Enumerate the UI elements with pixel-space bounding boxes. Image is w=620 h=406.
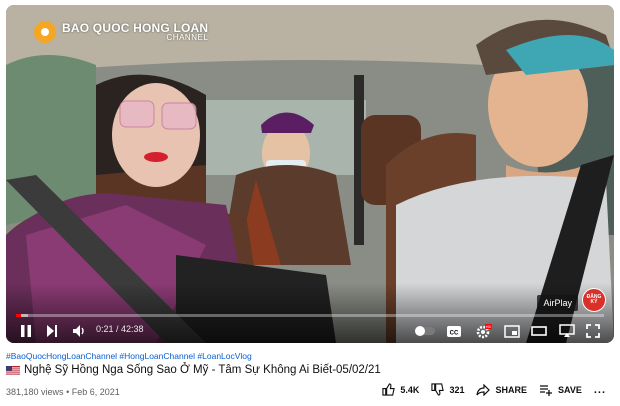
more-actions-button[interactable]: ... [594,384,606,396]
pause-icon [21,325,31,337]
dislike-button[interactable]: 321 [431,383,464,396]
time-display: 0:21 / 42:38 [96,324,144,334]
video-meta: 381,180 views • Feb 6, 2021 [6,387,120,397]
fullscreen-button[interactable] [586,323,600,339]
next-button[interactable] [46,323,58,339]
autoplay-toggle-icon [415,326,435,336]
channel-watermark-subtitle: CHANNEL [166,33,209,43]
video-actions: 5.4K 321 SHARE SAVE ... [382,383,606,396]
miniplayer-button[interactable] [504,323,520,339]
hd-badge: HD [486,324,492,329]
pause-button[interactable] [20,323,32,339]
mute-button[interactable] [72,323,86,339]
video-title: Nghệ Sỹ Hồng Nga Sống Sao Ở Mỹ - Tâm Sự … [24,364,381,376]
progress-played [16,314,21,317]
like-button[interactable]: 5.4K [382,383,419,396]
theater-icon [531,326,547,336]
theater-mode-button[interactable] [531,323,547,339]
add-to-playlist-icon [539,384,552,396]
next-icon [47,325,57,337]
view-count: 381,180 views [6,387,64,397]
hashtag-links[interactable]: #BaoQuocHongLoanChannel #HongLoanChannel… [6,351,252,361]
cast-icon [559,324,575,337]
share-icon [476,383,491,396]
cast-button[interactable] [559,323,575,339]
svg-text:CC: CC [450,330,459,336]
settings-icon: HD [476,324,492,339]
channel-watermark: BAO QUOC HONG LOAN CHANNEL [34,21,208,43]
airplay-tooltip: AirPlay [537,295,578,311]
video-player[interactable]: BAO QUOC HONG LOAN CHANNEL AirPlay ĐĂNG … [6,5,614,343]
like-count: 5.4K [400,384,420,395]
fullscreen-icon [586,324,600,338]
upload-date: Feb 6, 2021 [71,387,120,397]
autoplay-toggle[interactable] [414,323,436,339]
video-title-row: Nghệ Sỹ Hồng Nga Sống Sao Ở Mỹ - Tâm Sự … [6,364,381,376]
controls-gradient [6,283,614,343]
progress-bar[interactable] [16,314,604,317]
miniplayer-icon [504,324,520,338]
save-label: SAVE [557,384,582,395]
share-label: SHARE [495,384,527,395]
subscribe-watermark-button[interactable]: ĐĂNG KÝ [582,288,606,312]
thumbs-down-icon [431,383,445,396]
dislike-count: 321 [449,384,465,395]
volume-icon [73,325,84,337]
thumbs-up-icon [382,383,396,396]
us-flag-icon [6,365,20,375]
share-button[interactable]: SHARE [476,383,527,396]
save-button[interactable]: SAVE [539,384,582,396]
captions-button[interactable]: CC [446,323,462,339]
channel-logo-icon [34,21,56,43]
settings-button[interactable]: HD [476,323,492,339]
captions-icon: CC [447,325,461,337]
